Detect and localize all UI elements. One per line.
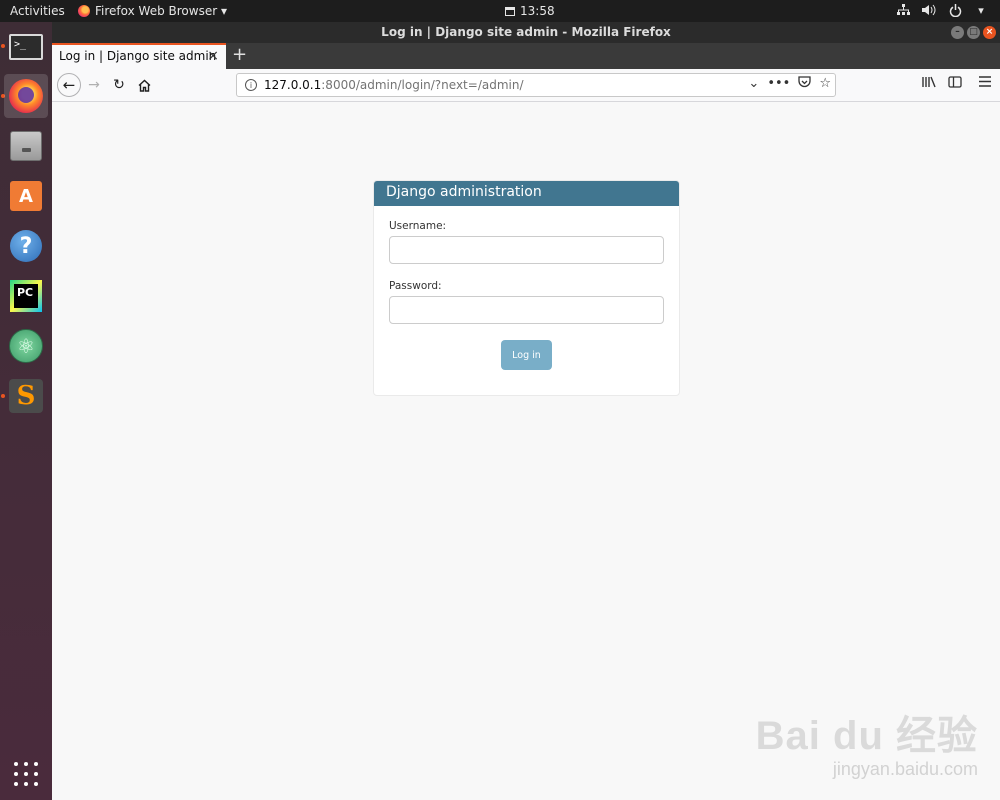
window-titlebar[interactable]: Log in | Django site admin - Mozilla Fir…: [52, 22, 1000, 43]
login-button[interactable]: Log in: [501, 340, 552, 370]
chevron-down-icon[interactable]: ▾: [974, 3, 988, 17]
close-window-button[interactable]: ×: [983, 26, 996, 39]
url-path: :8000/admin/login/?next=/admin/: [321, 78, 524, 92]
bookmark-star-icon[interactable]: ☆: [819, 76, 831, 92]
dock-files[interactable]: [4, 124, 48, 168]
network-icon[interactable]: [896, 3, 910, 17]
baidu-watermark: Bai du 经验 jingyan.baidu.com: [756, 703, 978, 780]
maximize-button[interactable]: □: [967, 26, 980, 39]
minimize-button[interactable]: –: [951, 26, 964, 39]
volume-icon[interactable]: [922, 3, 936, 17]
window-controls: – □ ×: [951, 26, 996, 39]
power-icon[interactable]: [948, 3, 962, 17]
terminal-icon: >_: [9, 34, 43, 60]
help-icon: ?: [10, 230, 42, 262]
url-bar[interactable]: i 127.0.0.1:8000/admin/login/?next=/admi…: [236, 73, 836, 97]
clock-time: 13:58: [520, 4, 555, 18]
software-store-icon: A: [10, 181, 42, 211]
files-icon: [10, 131, 42, 161]
page-actions-icon[interactable]: •••: [767, 76, 790, 92]
login-header: Django administration: [374, 181, 679, 206]
username-label: Username:: [389, 220, 447, 232]
dock-help[interactable]: ?: [4, 224, 48, 268]
dock: >_ A ? PC ⚛ S: [0, 22, 52, 800]
watermark-url: jingyan.baidu.com: [832, 759, 978, 779]
window-title: Log in | Django site admin - Mozilla Fir…: [381, 25, 671, 39]
dock-sublime[interactable]: S: [4, 374, 48, 418]
gnome-top-bar: Activities Firefox Web Browser ▾ 13:58 ▾: [0, 0, 1000, 22]
sublime-icon: S: [9, 379, 43, 413]
dock-atom[interactable]: ⚛: [4, 324, 48, 368]
system-tray[interactable]: ▾: [896, 3, 988, 17]
dock-firefox[interactable]: [4, 74, 48, 118]
home-button[interactable]: [133, 74, 155, 96]
app-menu-label: Firefox Web Browser ▾: [95, 4, 227, 18]
password-label: Password:: [389, 280, 442, 292]
tab-title: Log in | Django site admin: [59, 49, 217, 63]
dock-pycharm[interactable]: PC: [4, 274, 48, 318]
firefox-icon: [78, 5, 90, 17]
pycharm-icon: PC: [10, 280, 42, 312]
atom-icon: ⚛: [9, 329, 43, 363]
watermark-brand: Bai du 经验: [755, 714, 978, 758]
tab-active[interactable]: Log in | Django site admin ×: [52, 43, 226, 69]
app-menu[interactable]: Firefox Web Browser ▾: [78, 4, 227, 18]
clock[interactable]: 13:58: [505, 4, 555, 18]
new-tab-button[interactable]: +: [232, 44, 247, 65]
url-bar-actions: ⌄ ••• ☆: [748, 76, 831, 92]
hamburger-menu-icon[interactable]: [979, 76, 991, 91]
calendar-icon: [505, 6, 515, 16]
password-input[interactable]: [389, 296, 664, 324]
pycharm-label: PC: [14, 284, 38, 308]
login-form: Username: Password: Log in: [374, 206, 679, 370]
dock-software[interactable]: A: [4, 174, 48, 218]
submit-row: Log in: [389, 340, 664, 370]
library-icon[interactable]: [922, 76, 936, 92]
page-content: Django administration Username: Password…: [52, 102, 1000, 800]
back-button[interactable]: ←: [57, 73, 81, 97]
pocket-icon[interactable]: [798, 76, 811, 92]
reload-button[interactable]: ↻: [108, 74, 130, 96]
sidebar-icon[interactable]: [948, 76, 962, 92]
nav-toolbar: ← → ↻ i 127.0.0.1:8000/admin/login/?next…: [52, 69, 1000, 102]
firefox-window: Log in | Django site admin - Mozilla Fir…: [52, 22, 1000, 800]
close-tab-icon[interactable]: ×: [207, 48, 219, 64]
activities-button[interactable]: Activities: [10, 4, 65, 18]
firefox-icon: [9, 79, 43, 113]
tab-strip: Log in | Django site admin × +: [52, 43, 1000, 69]
url-host: 127.0.0.1: [264, 78, 322, 92]
dock-terminal[interactable]: >_: [4, 25, 48, 69]
login-panel: Django administration Username: Password…: [373, 180, 680, 396]
chevron-down-icon[interactable]: ⌄: [748, 76, 759, 92]
forward-button[interactable]: →: [83, 74, 105, 96]
show-applications-icon[interactable]: [14, 762, 38, 786]
username-input[interactable]: [389, 236, 664, 264]
site-info-icon[interactable]: i: [245, 79, 257, 91]
